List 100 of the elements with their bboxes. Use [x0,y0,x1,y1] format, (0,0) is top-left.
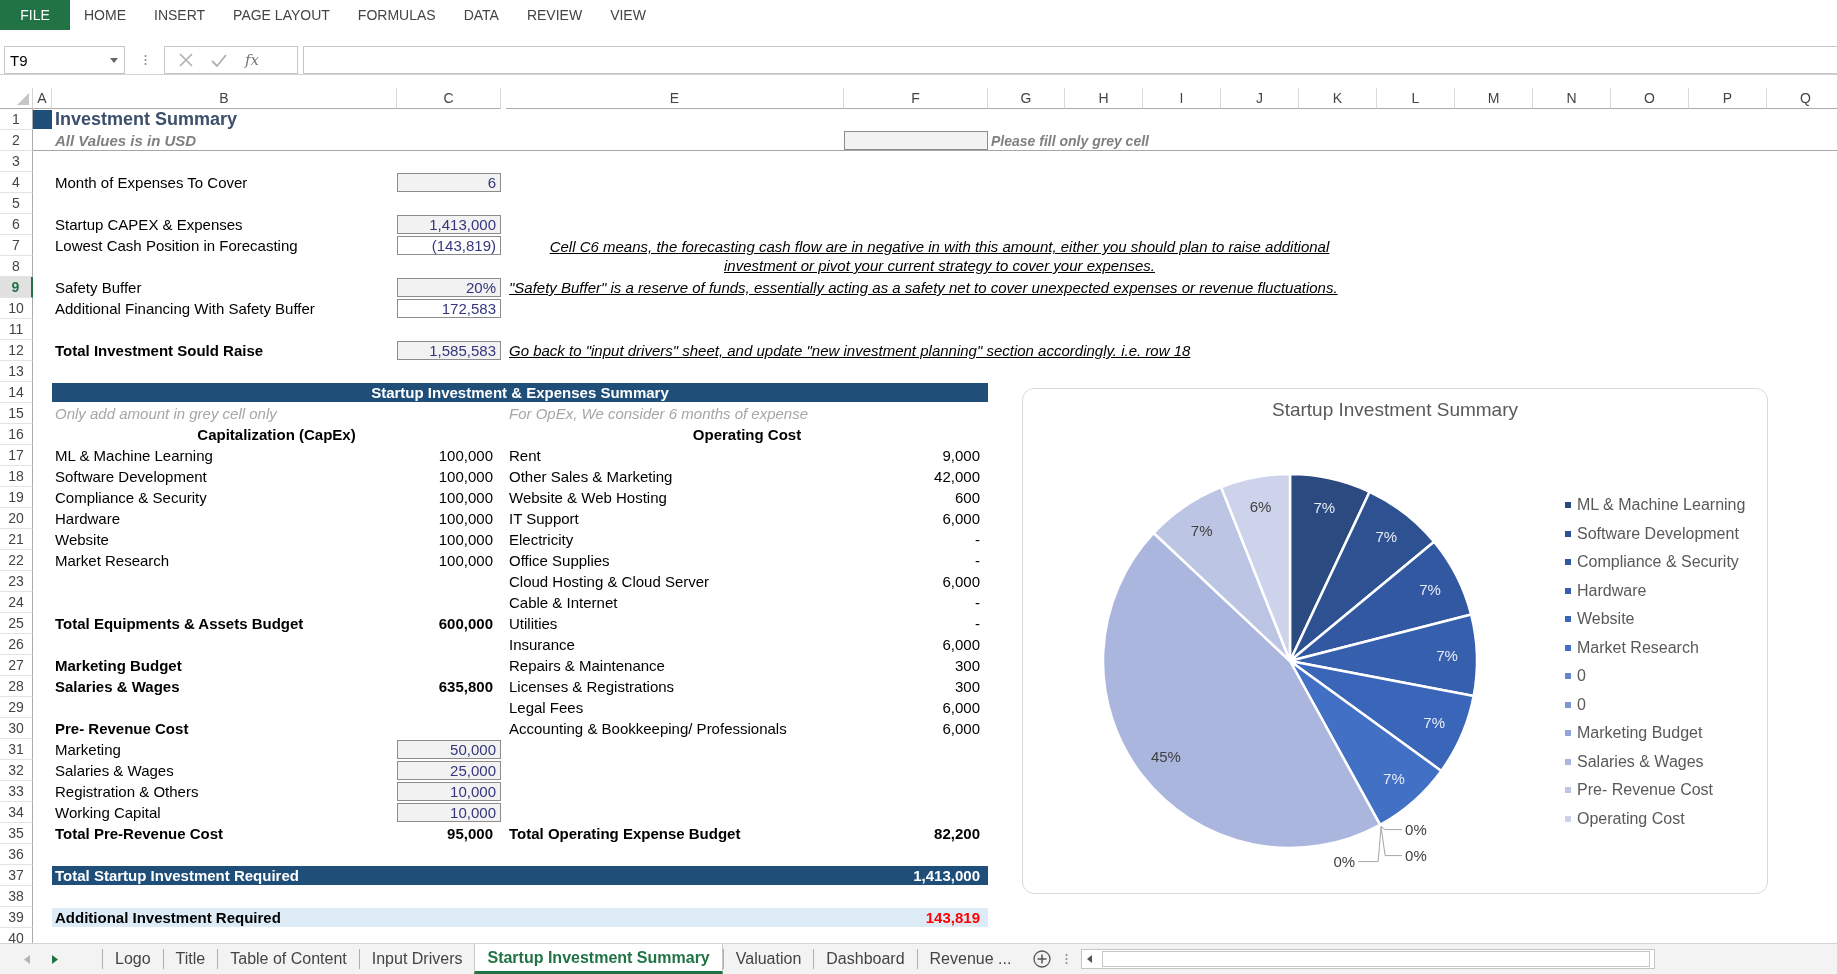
row-header[interactable]: 15 [0,403,33,424]
item-label: Repairs & Maintenance [508,656,666,676]
ribbon-tab[interactable]: VIEW [596,0,660,30]
row-header[interactable]: 14 [0,382,33,403]
column-header[interactable]: L [1377,88,1455,109]
row-header[interactable]: 21 [0,529,33,550]
column-header[interactable]: I [1143,88,1221,109]
input-cell[interactable]: 10,000 [397,803,501,822]
column-header[interactable]: K [1299,88,1377,109]
sheet-tab[interactable]: Revenue ... [916,949,1024,969]
column-header[interactable]: C [397,88,501,109]
scroll-left-icon[interactable] [1087,955,1093,963]
row-header[interactable]: 35 [0,823,33,844]
sheet-tab[interactable]: Table of Content [217,949,359,969]
sheet-tab[interactable]: Dashboard [813,949,917,969]
row-header[interactable]: 10 [0,298,33,319]
row-header[interactable]: 20 [0,508,33,529]
amount-text: 9,000 [941,446,981,466]
column-header[interactable]: A [33,88,52,109]
sheet-tab[interactable]: Valuation [722,949,814,969]
file-tab[interactable]: FILE [0,0,70,30]
ribbon-tab[interactable]: INSERT [140,0,220,30]
row-header[interactable]: 34 [0,802,33,823]
row-header[interactable]: 9 [0,277,33,298]
splitter-icon[interactable] [1065,953,1069,965]
row-header[interactable]: 6 [0,214,33,235]
formula-input-field[interactable] [303,46,1837,74]
column-header[interactable]: O [1611,88,1689,109]
sheet-tab[interactable]: Title [162,949,218,969]
input-cell[interactable]: 10,000 [397,782,501,801]
column-header[interactable]: J [1221,88,1299,109]
name-box[interactable]: T9 [4,46,125,74]
ribbon-tab[interactable]: DATA [449,0,513,30]
row-header[interactable]: 11 [0,319,33,340]
row-header[interactable]: 29 [0,697,33,718]
row-header[interactable]: 23 [0,571,33,592]
row-header[interactable]: 24 [0,592,33,613]
input-cell[interactable]: 1,585,583 [397,341,501,360]
column-header[interactable]: M [1455,88,1533,109]
column-header[interactable]: Q [1767,88,1837,109]
column-header[interactable]: N [1533,88,1611,109]
column-header[interactable]: B [52,88,397,109]
row-header[interactable]: 13 [0,361,33,382]
row-header[interactable]: 28 [0,676,33,697]
input-cell[interactable]: 25,000 [397,761,501,780]
column-header[interactable]: H [1065,88,1143,109]
column-header[interactable]: G [988,88,1065,109]
sheet-tab[interactable]: Logo [102,949,163,969]
input-cell[interactable]: 20% [397,278,501,297]
row-header[interactable]: 16 [0,424,33,445]
row-header[interactable]: 39 [0,907,33,928]
data-label: 0% [1333,852,1356,869]
row-header[interactable]: 32 [0,760,33,781]
corner-triangle-icon [17,93,29,105]
add-sheet-icon[interactable] [1033,950,1052,968]
horizontal-scrollbar[interactable] [1081,949,1656,969]
cancel-icon[interactable] [179,53,193,67]
legend-swatch [1565,559,1571,566]
row-header[interactable]: 22 [0,550,33,571]
row-header[interactable]: 31 [0,739,33,760]
row-header[interactable]: 2 [0,130,33,151]
column-header[interactable]: E [506,88,844,109]
ribbon-tab[interactable]: REVIEW [512,0,597,30]
ribbon-tab[interactable]: FORMULAS [343,0,450,30]
legend-label: Hardware [1577,581,1647,600]
row-header[interactable]: 7 [0,235,33,256]
amount-text: - [974,530,981,550]
row-header[interactable]: 5 [0,193,33,214]
row-header[interactable]: 38 [0,886,33,907]
column-header[interactable]: F [844,88,988,109]
scroll-right-icon[interactable] [52,954,58,964]
row-header[interactable]: 33 [0,781,33,802]
row-header[interactable]: 4 [0,172,33,193]
sheet-tab[interactable]: Startup Investment Summary [474,944,723,974]
row-header[interactable]: 17 [0,445,33,466]
checkmark-icon[interactable] [211,53,227,67]
row-header[interactable]: 37 [0,865,33,886]
row-header[interactable]: 26 [0,634,33,655]
row-header[interactable]: 30 [0,718,33,739]
insert-function-button[interactable]: fx [245,51,259,69]
ribbon-tab[interactable]: PAGE LAYOUT [219,0,344,30]
scrollbar-thumb[interactable] [1102,951,1651,967]
row-header[interactable]: 19 [0,487,33,508]
amount-text: 100,000 [437,530,494,550]
row-header[interactable]: 12 [0,340,33,361]
column-header[interactable]: P [1689,88,1767,109]
amount-text: 95,000 [446,824,494,844]
input-cell[interactable]: 1,413,000 [397,215,501,234]
row-header[interactable]: 36 [0,844,33,865]
legend-swatch [1565,815,1571,822]
input-cell[interactable]: 50,000 [397,740,501,759]
legend-label: Website [1577,610,1635,629]
note-text: Cell C6 means, the forecasting cash flow are in negative in with this amount, either you should plan to raise additional investment or pivot your current strategy to cover your expenses. [548,237,1331,276]
row-header[interactable]: 27 [0,655,33,676]
input-cell[interactable]: 6 [397,173,501,192]
row-header[interactable]: 25 [0,613,33,634]
row-header[interactable]: 18 [0,466,33,487]
ribbon-tab[interactable]: HOME [70,0,140,30]
row-header[interactable]: 3 [0,151,33,172]
item-label: Pre- Revenue Cost [54,719,190,739]
